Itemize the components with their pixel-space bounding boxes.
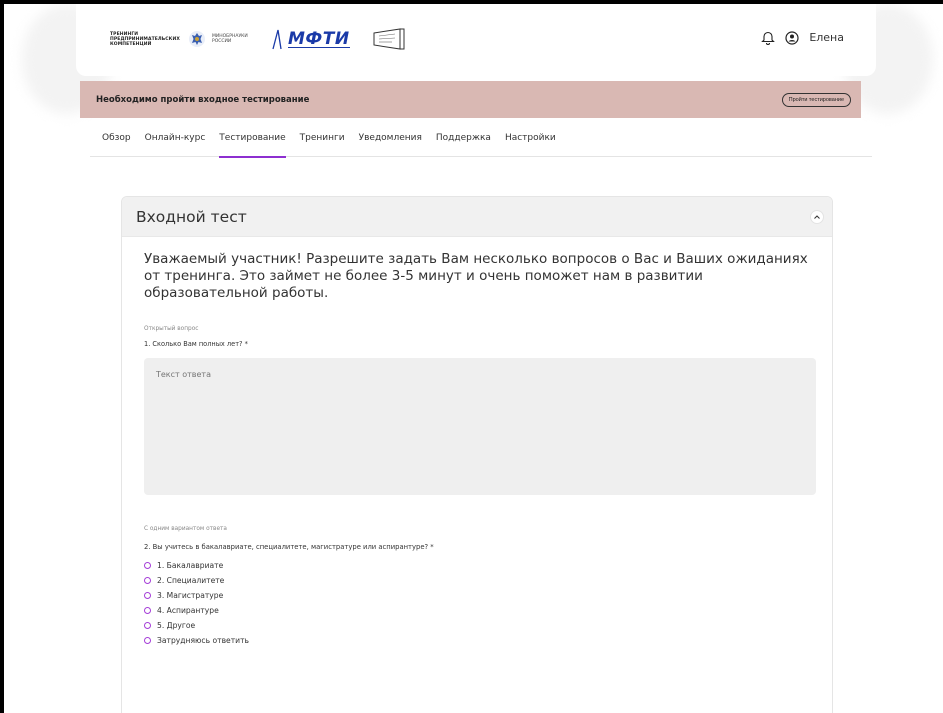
logo-minobrnauki[interactable]: МИНОБРНАУКИ РОССИИ <box>188 30 252 48</box>
emblem-icon <box>189 31 205 47</box>
logo-mfti[interactable]: МФТИ <box>272 28 350 50</box>
top-bar: ТРЕНИНГИ ПРЕДПРИНИМАТЕЛЬСКИХ КОМПЕТЕНЦИЙ… <box>76 4 876 76</box>
radio-button[interactable] <box>144 577 151 584</box>
card-header[interactable]: Входной тест <box>122 197 832 237</box>
radio-button[interactable] <box>144 607 151 614</box>
testing-required-banner: Необходимо пройти входное тестирование П… <box>80 81 861 118</box>
option-label: 1. Бакалавриате <box>157 561 224 570</box>
radio-option[interactable]: 2. Специалитете <box>144 573 816 588</box>
tab-settings[interactable]: Настройки <box>505 128 556 157</box>
option-label: Затрудняюсь ответить <box>157 636 249 645</box>
tab-notifications[interactable]: Уведомления <box>359 128 422 157</box>
radio-options: 1. Бакалавриате 2. Специалитете 3. Магис… <box>144 558 816 648</box>
bell-icon[interactable] <box>761 30 776 45</box>
radio-option[interactable]: Затрудняюсь ответить <box>144 633 816 648</box>
mfti-wave-icon <box>272 29 282 50</box>
tab-support[interactable]: Поддержка <box>436 128 491 157</box>
tab-trainings[interactable]: Тренинги <box>300 128 345 157</box>
partner-logo-box-icon[interactable] <box>370 27 406 51</box>
radio-button[interactable] <box>144 622 151 629</box>
page: ТРЕНИНГИ ПРЕДПРИНИМАТЕЛЬСКИХ КОМПЕТЕНЦИЙ… <box>4 4 943 713</box>
tab-overview[interactable]: Обзор <box>102 128 131 157</box>
user-avatar-icon[interactable] <box>785 30 799 45</box>
nav-tabs: Обзор Онлайн-курс Тестирование Тренинги … <box>90 128 872 158</box>
radio-option[interactable]: 4. Аспирантуре <box>144 603 816 618</box>
option-label: 4. Аспирантуре <box>157 606 219 615</box>
card-body: Уважаемый участник! Разрешите задать Вам… <box>122 237 832 648</box>
option-label: 2. Специалитете <box>157 576 225 585</box>
card-title: Входной тест <box>136 207 247 226</box>
tab-online-course[interactable]: Онлайн-курс <box>145 128 206 157</box>
question-type: Открытый вопрос <box>144 326 199 332</box>
question-text: 2. Вы учитесь в бакалавриате, специалите… <box>144 543 434 551</box>
test-intro: Уважаемый участник! Разрешите задать Вам… <box>144 251 808 301</box>
chevron-up-icon <box>814 214 820 219</box>
radio-button[interactable] <box>144 562 151 569</box>
user-area: Елена <box>761 30 844 45</box>
banner-text: Необходимо пройти входное тестирование <box>96 94 310 105</box>
question-type: С одним вариантом ответа <box>144 526 227 532</box>
radio-option[interactable]: 5. Другое <box>144 618 816 633</box>
radio-option[interactable]: 1. Бакалавриате <box>144 558 816 573</box>
radio-option[interactable]: 3. Магистратуре <box>144 588 816 603</box>
question-text: 1. Сколько Вам полных лет? * <box>144 340 248 348</box>
option-label: 3. Магистратуре <box>157 591 224 600</box>
user-name[interactable]: Елена <box>809 31 844 44</box>
radio-button[interactable] <box>144 637 151 644</box>
tab-testing[interactable]: Тестирование <box>219 128 287 158</box>
entry-test-card: Входной тест Уважаемый участник! Разреши… <box>121 196 833 713</box>
option-label: 5. Другое <box>157 621 196 630</box>
answer-textarea[interactable] <box>144 358 816 495</box>
radio-button[interactable] <box>144 592 151 599</box>
take-test-button[interactable]: Пройти тестирование <box>781 92 851 107</box>
collapse-button[interactable] <box>810 209 824 224</box>
logo-trainings[interactable]: ТРЕНИНГИ ПРЕДПРИНИМАТЕЛЬСКИХ КОМПЕТЕНЦИЙ <box>110 32 180 47</box>
partner-logos: ТРЕНИНГИ ПРЕДПРИНИМАТЕЛЬСКИХ КОМПЕТЕНЦИЙ… <box>110 24 406 54</box>
